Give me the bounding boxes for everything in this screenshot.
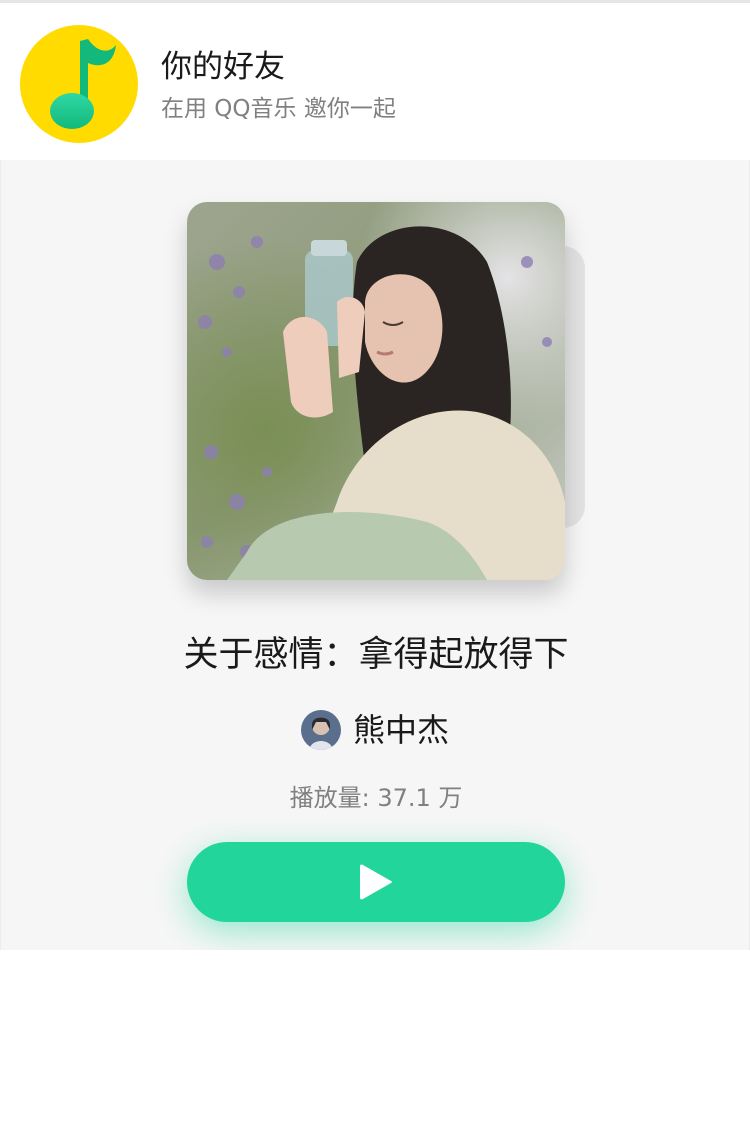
avatar-image: [301, 710, 341, 750]
cover-wrapper[interactable]: [187, 202, 585, 580]
page: 你的好友 在用 QQ音乐 邀你一起 关于感情：拿得起放得下 熊中杰 播放量: 3…: [0, 0, 750, 1121]
header-subtitle: 在用 QQ音乐 邀你一起: [161, 96, 396, 122]
cover-photo: [187, 202, 565, 580]
play-count: 播放量: 37.1 万: [289, 784, 463, 812]
playlist-card: 关于感情：拿得起放得下 熊中杰 播放量: 37.1 万: [0, 160, 750, 950]
playlist-cover-image[interactable]: [187, 202, 565, 580]
creator-name[interactable]: 熊中杰: [353, 709, 449, 751]
creator-info[interactable]: 熊中杰: [301, 709, 449, 751]
bottom-blank-area: [0, 950, 750, 1121]
play-icon: [360, 864, 392, 900]
avatar[interactable]: [301, 710, 341, 750]
play-button[interactable]: [187, 842, 565, 922]
header-title: 你的好友: [161, 49, 285, 85]
qq-music-logo-icon: [20, 25, 138, 143]
playlist-title: 关于感情：拿得起放得下: [183, 635, 569, 675]
header: 你的好友 在用 QQ音乐 邀你一起: [0, 3, 750, 160]
